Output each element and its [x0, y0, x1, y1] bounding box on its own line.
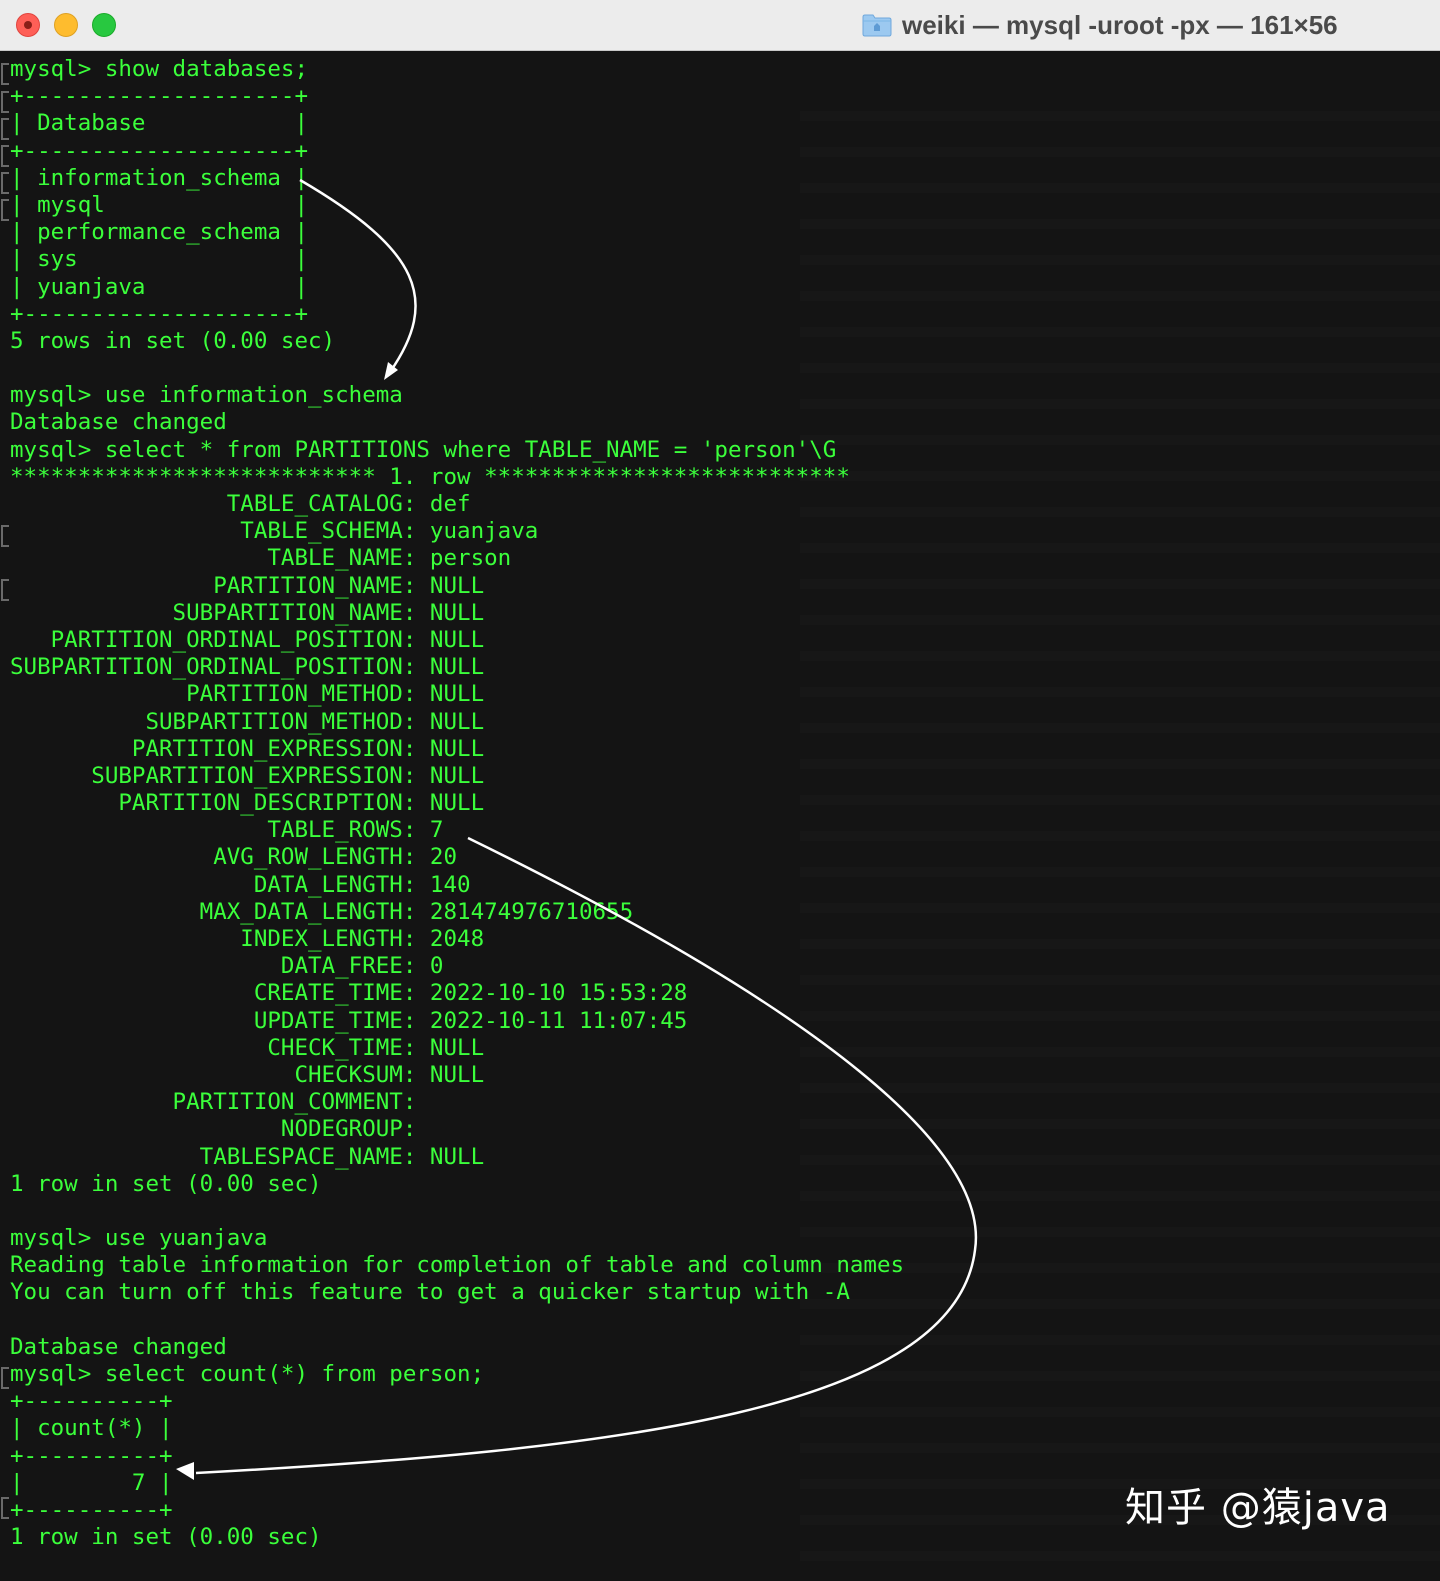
- arrow-to-use-information-schema: [299, 178, 417, 373]
- arrow-head: [176, 1462, 194, 1480]
- annotation-arrows: [176, 178, 978, 1480]
- terminal-window: weiki — mysql -uroot -px — 161×56 mysql>…: [0, 0, 1440, 1581]
- arrow-table-rows-to-count: [195, 836, 978, 1475]
- watermark: 知乎 @猿java: [1125, 1485, 1391, 1531]
